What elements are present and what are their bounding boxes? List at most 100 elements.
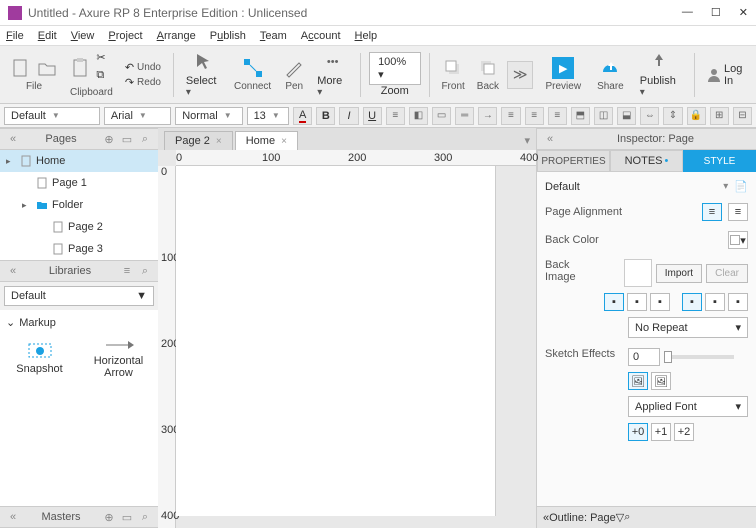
- close-icon[interactable]: ×: [281, 136, 287, 147]
- menu-publish[interactable]: Publish: [210, 30, 246, 42]
- fill-button[interactable]: ◧: [409, 107, 428, 125]
- front-button[interactable]: Front: [437, 57, 468, 92]
- zoom-group[interactable]: 100% ▾ Zoom: [369, 52, 420, 97]
- paste-icon[interactable]: [70, 57, 92, 79]
- connect-group[interactable]: Connect: [230, 57, 275, 92]
- lib-menu-icon[interactable]: ≡: [120, 264, 134, 278]
- style-dropdown[interactable]: ▾: [723, 181, 728, 192]
- outline-search-icon[interactable]: ⌕: [624, 511, 630, 524]
- menu-file[interactable]: File: [6, 30, 24, 42]
- sketch-value[interactable]: 0: [628, 348, 660, 366]
- lib-item-snapshot[interactable]: Snapshot: [4, 335, 75, 383]
- lib-item-arrow[interactable]: Horizontal Arrow: [83, 335, 154, 383]
- weight-combo[interactable]: Normal▼: [175, 107, 242, 125]
- valign-mid-button[interactable]: ◫: [594, 107, 613, 125]
- new-file-icon[interactable]: [10, 57, 32, 79]
- menu-help[interactable]: Help: [355, 30, 378, 42]
- line-button[interactable]: ▭: [432, 107, 451, 125]
- align-center-button[interactable]: ≡: [525, 107, 544, 125]
- search-icon[interactable]: ⌕: [138, 132, 152, 146]
- group-button[interactable]: ⊞: [710, 107, 729, 125]
- tree-row[interactable]: Page 2: [0, 216, 158, 238]
- ungroup-button[interactable]: ⊟: [733, 107, 752, 125]
- align-left-button[interactable]: ≡: [702, 203, 722, 221]
- collapse-icon[interactable]: «: [6, 264, 20, 278]
- collapse-icon[interactable]: «: [543, 132, 557, 146]
- sketch-gray[interactable]: 🖼: [651, 372, 671, 390]
- valign-b[interactable]: ▪: [728, 293, 748, 311]
- filter-icon[interactable]: ▽: [616, 511, 624, 524]
- valign-top-button[interactable]: ⬒: [571, 107, 590, 125]
- add-folder-icon[interactable]: ▭: [120, 132, 134, 146]
- menu-account[interactable]: Account: [301, 30, 341, 42]
- redo-button[interactable]: ↷Redo: [125, 76, 161, 89]
- back-button[interactable]: Back: [473, 57, 503, 92]
- master-search-icon[interactable]: ⌕: [138, 510, 152, 524]
- menu-view[interactable]: View: [71, 30, 95, 42]
- menu-edit[interactable]: Edit: [38, 30, 57, 42]
- minimize-button[interactable]: —: [682, 6, 693, 19]
- tree-row[interactable]: ▸Folder: [0, 194, 158, 216]
- tab-notes[interactable]: NOTES•: [610, 150, 683, 172]
- menu-arrange[interactable]: Arrange: [157, 30, 196, 42]
- font-combo[interactable]: Arial▼: [104, 107, 171, 125]
- halign-c[interactable]: ▪: [627, 293, 647, 311]
- line-style-button[interactable]: ═: [455, 107, 474, 125]
- open-folder-icon[interactable]: [36, 57, 58, 79]
- add-master-folder-icon[interactable]: ▭: [120, 510, 134, 524]
- page-surface[interactable]: [176, 166, 496, 516]
- select-group[interactable]: Select ▾: [182, 51, 226, 98]
- ls-1[interactable]: +1: [651, 423, 671, 441]
- image-preview[interactable]: [624, 259, 652, 287]
- lib-category[interactable]: ⌄Markup: [4, 314, 154, 331]
- align-center-button[interactable]: ≡: [728, 203, 748, 221]
- font-select[interactable]: Applied Font▾: [628, 396, 748, 417]
- pen-group[interactable]: Pen: [279, 57, 309, 92]
- style-combo[interactable]: Default▼: [4, 107, 100, 125]
- bold-button[interactable]: B: [316, 107, 335, 125]
- lock-button[interactable]: 🔒: [687, 107, 706, 125]
- ls-0[interactable]: +0: [628, 423, 648, 441]
- copy-icon[interactable]: ⧉: [96, 69, 112, 85]
- tab-style[interactable]: STYLE: [683, 150, 756, 172]
- underline-button[interactable]: U: [363, 107, 382, 125]
- collapse-icon[interactable]: «: [6, 132, 20, 146]
- tree-row[interactable]: Page 3: [0, 238, 158, 260]
- tab-home[interactable]: Home×: [235, 131, 298, 150]
- lib-search-icon[interactable]: ⌕: [138, 264, 152, 278]
- close-button[interactable]: ✕: [739, 6, 748, 19]
- ls-2[interactable]: +2: [674, 423, 694, 441]
- import-button[interactable]: Import: [656, 264, 702, 283]
- style-manager-icon[interactable]: 📄: [734, 180, 748, 193]
- align-right-button[interactable]: ≡: [548, 107, 567, 125]
- arrow-button[interactable]: →: [478, 107, 497, 125]
- maximize-button[interactable]: ☐: [711, 6, 721, 19]
- close-icon[interactable]: ×: [216, 136, 222, 147]
- halign-l[interactable]: ▪: [604, 293, 624, 311]
- sketch-color[interactable]: 🖼: [628, 372, 648, 390]
- canvas[interactable]: 0100200300400 0100200300400: [158, 150, 536, 528]
- tab-page2[interactable]: Page 2×: [164, 131, 233, 150]
- tree-row[interactable]: ▸Home: [0, 150, 158, 172]
- back-color-picker[interactable]: ▾: [728, 231, 748, 249]
- repeat-select[interactable]: No Repeat▾: [628, 317, 748, 338]
- valign-t[interactable]: ▪: [682, 293, 702, 311]
- italic-button[interactable]: I: [339, 107, 358, 125]
- tree-row[interactable]: Page 1: [0, 172, 158, 194]
- login-button[interactable]: Log In: [706, 63, 750, 87]
- collapse-icon[interactable]: «: [6, 510, 20, 524]
- tab-menu-icon[interactable]: ▾: [518, 131, 536, 150]
- toolbar-overflow[interactable]: ≫: [507, 61, 533, 89]
- sketch-slider[interactable]: [664, 355, 734, 359]
- clear-button[interactable]: Clear: [706, 264, 748, 283]
- halign-r[interactable]: ▪: [650, 293, 670, 311]
- add-page-icon[interactable]: ⊕: [102, 132, 116, 146]
- add-master-icon[interactable]: ⊕: [102, 510, 116, 524]
- cut-icon[interactable]: ✂: [96, 51, 112, 67]
- valign-m[interactable]: ▪: [705, 293, 725, 311]
- publish-button[interactable]: Publish ▾: [636, 51, 682, 98]
- undo-button[interactable]: ↶Undo: [125, 61, 161, 74]
- text-color-button[interactable]: A: [293, 107, 312, 125]
- bullets-button[interactable]: ≡: [386, 107, 405, 125]
- dist-h-button[interactable]: ⇔: [640, 107, 659, 125]
